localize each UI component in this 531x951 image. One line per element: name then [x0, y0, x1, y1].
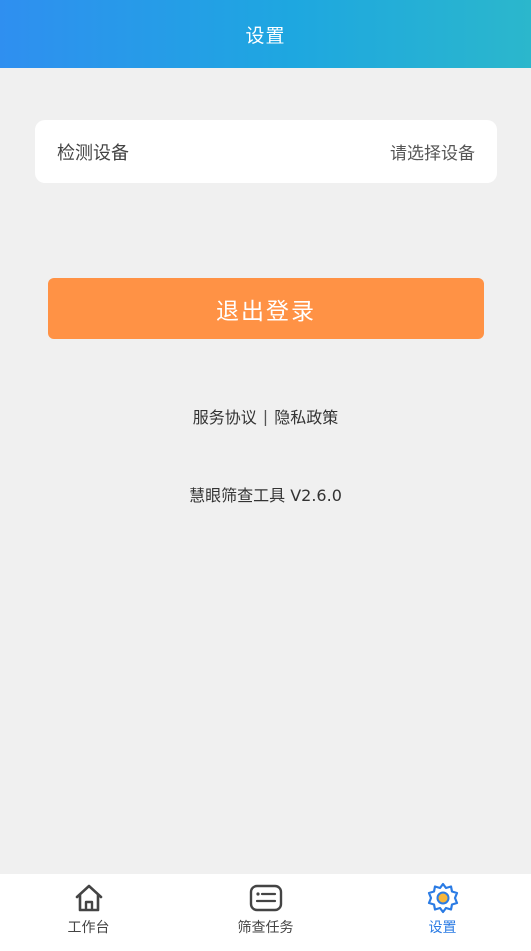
bottom-tab-bar: 工作台 筛查任务 设置	[0, 874, 531, 951]
gear-icon	[426, 882, 460, 914]
task-list-icon	[249, 882, 283, 914]
tab-screening-tasks[interactable]: 筛查任务	[177, 874, 354, 951]
version-text: 慧眼筛查工具 V2.6.0	[189, 486, 342, 505]
header-bar: 设置	[0, 0, 531, 68]
link-separator: |	[262, 406, 269, 426]
tab-settings[interactable]: 设置	[354, 874, 531, 951]
device-selector[interactable]: 检测设备 请选择设备	[35, 120, 497, 183]
agreement-links: 服务协议 | 隐私政策	[0, 404, 531, 428]
home-icon	[72, 882, 106, 914]
logout-button[interactable]: 退出登录	[48, 278, 484, 339]
device-label: 检测设备	[57, 142, 129, 164]
page-title: 设置	[245, 24, 286, 47]
tab-label-screening-tasks: 筛查任务	[237, 920, 294, 936]
device-select-value[interactable]: 请选择设备	[390, 139, 475, 164]
tab-workbench[interactable]: 工作台	[0, 874, 177, 951]
tab-label-workbench: 工作台	[67, 920, 110, 936]
service-agreement-link[interactable]: 服务协议	[193, 404, 257, 428]
privacy-policy-link[interactable]: 隐私政策	[274, 404, 338, 428]
tab-label-settings: 设置	[428, 920, 457, 936]
